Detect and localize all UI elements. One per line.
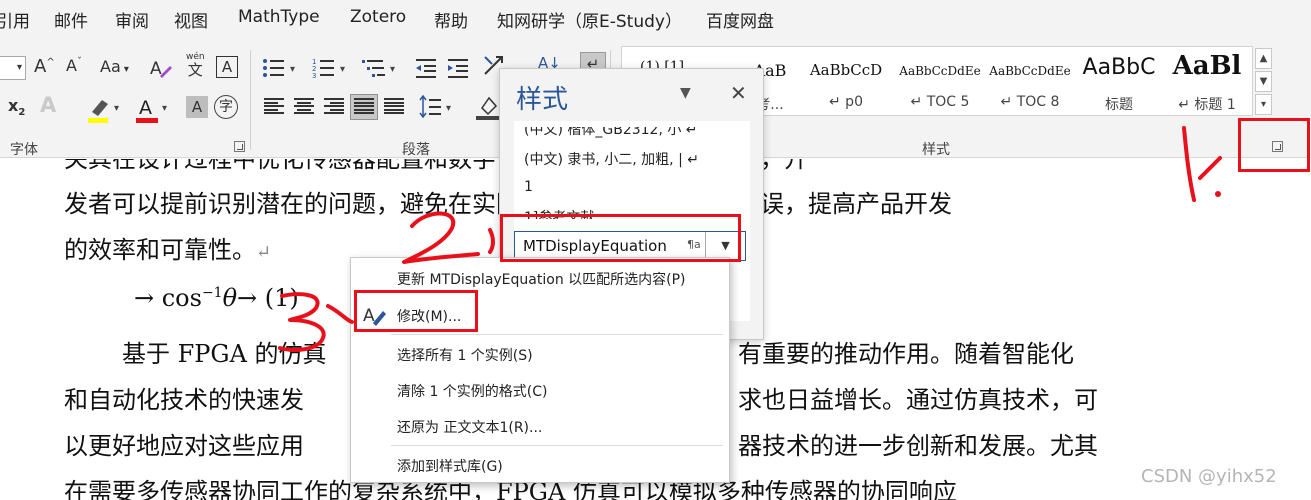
change-case-button[interactable]: Aa ▾ bbox=[100, 57, 129, 76]
font-color-button[interactable]: A ▾ bbox=[136, 94, 172, 124]
doc-line: 和自动化技术的快速发 bbox=[64, 386, 304, 414]
menu-item-clear-format[interactable]: 清除 1 个实例的格式(C) bbox=[397, 381, 548, 401]
decrease-indent-icon[interactable] bbox=[414, 56, 438, 80]
enclose-char-button[interactable]: 字 bbox=[214, 95, 238, 119]
doc-line: 器技术的进一步创新和发展。尤其 bbox=[738, 432, 1098, 460]
clear-format-icon[interactable]: A bbox=[148, 56, 172, 80]
gallery-style-sample: AaBbCcDdEe bbox=[899, 64, 981, 78]
gallery-style-name: ↵ TOC 5 bbox=[910, 94, 970, 110]
gallery-style-item[interactable]: AaBbCcD ↵ p0 bbox=[804, 47, 888, 117]
shrink-font-button[interactable]: Aˇ bbox=[66, 56, 82, 75]
gallery-style-item[interactable]: AaBbC 标题 bbox=[1078, 47, 1160, 117]
text-effect-button[interactable]: A bbox=[40, 93, 56, 117]
menu-estudy[interactable]: 知网研学（原E-Study） bbox=[497, 7, 682, 32]
distributed-icon[interactable] bbox=[384, 98, 404, 114]
menu-mathtype[interactable]: MathType bbox=[238, 7, 320, 27]
doc-line: 以更好地应对这些应用 bbox=[64, 432, 304, 460]
watermark: CSDN @yihx52 bbox=[1141, 466, 1277, 487]
menu-divider bbox=[391, 334, 723, 335]
gallery-style-name: ↵ 标题 1 bbox=[1178, 97, 1236, 113]
gallery-style-sample: AaBbC bbox=[1082, 55, 1156, 80]
gallery-more-button[interactable]: ▾ bbox=[1255, 94, 1272, 115]
styles-pane-title: 样式 bbox=[516, 85, 569, 115]
phonetic-guide-button[interactable]: wén 文 bbox=[186, 52, 205, 78]
gallery-style-item[interactable]: AaBbCcDdEe ↵ TOC 8 bbox=[986, 47, 1074, 117]
menu-item-add-to-gallery[interactable]: 添加到样式库(G) bbox=[397, 456, 503, 476]
font-group-label: 字体 bbox=[10, 142, 38, 158]
menu-baidu-netdisk[interactable]: 百度网盘 bbox=[706, 7, 774, 32]
svg-text:▾: ▾ bbox=[162, 103, 167, 114]
change-case-label: Aa bbox=[100, 57, 121, 76]
increase-indent-icon[interactable] bbox=[446, 56, 470, 80]
paragraph-mark: ↵ bbox=[256, 242, 272, 263]
align-right-icon[interactable] bbox=[324, 98, 344, 114]
menu-zotero[interactable]: Zotero bbox=[350, 7, 406, 27]
menu-references[interactable]: 引用 bbox=[0, 7, 30, 32]
styles-list-item[interactable]: (中文) 隶书, 小二, 加粗, | ↵ bbox=[524, 149, 699, 169]
gallery-style-item[interactable]: AaBl ↵ 标题 1 bbox=[1166, 47, 1248, 117]
svg-text:▾: ▾ bbox=[290, 64, 295, 75]
svg-text:A: A bbox=[139, 97, 152, 119]
gallery-style-sample: AaBl bbox=[1172, 51, 1242, 81]
menu-view[interactable]: 视图 bbox=[174, 7, 208, 32]
svg-text:▾: ▾ bbox=[446, 103, 451, 114]
annotation-box-launcher bbox=[1238, 118, 1310, 172]
doc-line-text: 的效率和可靠性。 bbox=[64, 236, 256, 264]
svg-text:▾: ▾ bbox=[390, 64, 395, 75]
font-dialog-launcher[interactable] bbox=[234, 141, 245, 152]
align-center-icon[interactable] bbox=[294, 98, 314, 114]
svg-text:▾: ▾ bbox=[340, 64, 345, 75]
equation-exponent: −1 bbox=[201, 285, 223, 301]
gallery-style-name: ↵ p0 bbox=[829, 94, 863, 110]
annotation-box-style bbox=[500, 214, 741, 262]
svg-text:3: 3 bbox=[312, 72, 316, 80]
styles-group-label: 样式 bbox=[922, 142, 950, 158]
char-shading-button[interactable]: A bbox=[186, 96, 208, 118]
equation-theta: θ bbox=[222, 284, 238, 312]
align-left-icon[interactable] bbox=[264, 98, 284, 114]
bullets-button[interactable]: ▾ bbox=[262, 56, 302, 80]
annotation-step-1 bbox=[1182, 126, 1222, 202]
numbering-button[interactable]: 1 2 3 ▾ bbox=[312, 56, 352, 80]
gallery-style-name: 标题 bbox=[1105, 97, 1133, 113]
highlight-color-button[interactable]: ▾ bbox=[88, 94, 124, 124]
gallery-scroll-down[interactable]: ▼ bbox=[1255, 71, 1272, 92]
gallery-style-sample: AaBbCcDdEe bbox=[989, 64, 1071, 78]
doc-line: 的效率和可靠性。↵ bbox=[64, 230, 271, 265]
styles-list-item[interactable]: 1 bbox=[524, 179, 533, 195]
annotation-box-modify bbox=[354, 290, 478, 332]
gallery-style-name: ↵ TOC 8 bbox=[1000, 94, 1060, 110]
menu-divider bbox=[391, 445, 723, 446]
equation-cos: → cos bbox=[134, 284, 202, 312]
menu-item-revert[interactable]: 还原为 正文文本1(R)... bbox=[397, 417, 542, 437]
gallery-style-sample: AaBbCcD bbox=[809, 61, 883, 79]
subscript-button[interactable]: x2 bbox=[8, 96, 25, 118]
grow-font-button[interactable]: A^ bbox=[34, 56, 55, 77]
annotation-step-3 bbox=[278, 292, 354, 352]
menu-item-update-style[interactable]: 更新 MTDisplayEquation 以匹配所选内容(P) bbox=[397, 269, 686, 289]
menu-mailings[interactable]: 邮件 bbox=[54, 7, 88, 32]
svg-text:▾: ▾ bbox=[114, 103, 119, 114]
font-size-dropdown[interactable]: ▾ bbox=[0, 56, 26, 80]
justify-icon[interactable] bbox=[354, 98, 374, 114]
gallery-scroll-up[interactable]: ▲ bbox=[1255, 48, 1272, 69]
doc-line: 有重要的推动作用。随着智能化 bbox=[738, 340, 1074, 368]
multilevel-list-button[interactable]: ▾ bbox=[362, 56, 402, 80]
menu-bar: 引用 邮件 审阅 视图 MathType Zotero 帮助 知网研学（原E-S… bbox=[0, 0, 1311, 36]
char-border-button[interactable]: A bbox=[216, 56, 238, 78]
close-icon[interactable]: ✕ bbox=[730, 81, 747, 105]
menu-help[interactable]: 帮助 bbox=[434, 7, 468, 32]
gallery-style-item[interactable]: AaBbCcDdEe ↵ TOC 5 bbox=[896, 47, 984, 117]
paragraph-group-label: 段落 bbox=[402, 142, 430, 158]
annotation-step-2 bbox=[402, 211, 495, 264]
styles-list-item[interactable]: (中文) 楷体_GB2312, 小 ↵ bbox=[524, 127, 698, 139]
phonetic-bottom: 文 bbox=[187, 61, 203, 79]
menu-item-select-all[interactable]: 选择所有 1 个实例(S) bbox=[397, 345, 533, 365]
menu-review[interactable]: 审阅 bbox=[115, 7, 149, 32]
line-spacing-button[interactable]: ▾ bbox=[418, 94, 458, 120]
doc-line: 求也日益增长。通过仿真技术，可 bbox=[738, 386, 1098, 414]
pane-options-icon[interactable]: ▼ bbox=[680, 85, 691, 101]
ribbon-separator bbox=[250, 50, 251, 150]
